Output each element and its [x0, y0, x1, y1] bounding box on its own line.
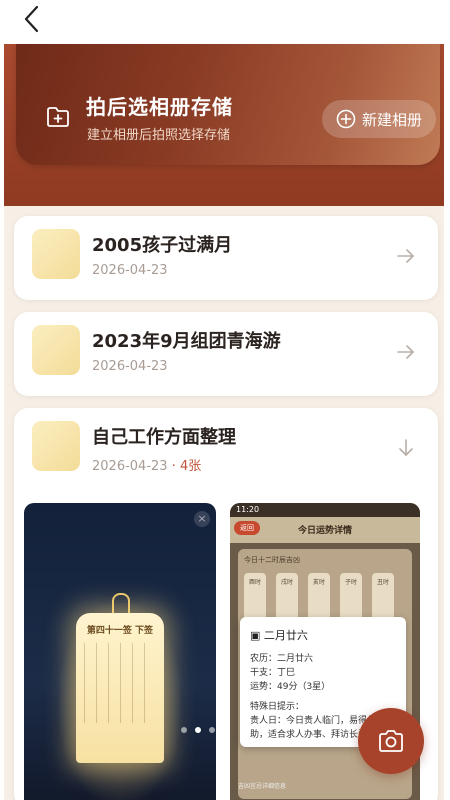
arrow-down-icon[interactable] — [396, 438, 416, 458]
carousel-indicator — [181, 727, 229, 733]
camera-button[interactable] — [358, 708, 424, 774]
page-content: 拍后选相册存储 建立相册后拍照选择存储 新建相册 2005孩子过满月 2026-… — [4, 44, 444, 800]
album-title: 2005孩子过满月 — [92, 235, 233, 256]
album-add-icon — [47, 107, 69, 127]
chevron-left-icon — [24, 5, 39, 33]
carousel-dot[interactable] — [195, 727, 201, 733]
fortune-slip: 第四十一签 下签 — [76, 613, 164, 763]
album-date: 2026-04-23 · 4张 — [92, 459, 202, 474]
carousel-dot[interactable] — [209, 727, 215, 733]
popup-line: 特殊日提示： — [250, 702, 305, 712]
album-date: 2026-04-23 — [92, 359, 168, 374]
app-title: 今日运势详情 — [297, 526, 352, 536]
album-thumbnail — [32, 229, 80, 279]
camera-icon — [379, 730, 403, 752]
album-thumbnail — [32, 421, 80, 471]
arrow-right-icon[interactable] — [396, 246, 416, 266]
hour-cell: 子时 — [340, 573, 362, 621]
hero-card: 拍后选相册存储 建立相册后拍照选择存储 新建相册 — [16, 44, 440, 165]
album-date: 2026-04-23 — [92, 263, 168, 278]
hour-cell: 亥时 — [308, 573, 330, 621]
status-bar: 11:20 — [230, 503, 420, 517]
popup-line: 干支：丁巳 — [250, 668, 296, 678]
new-album-label: 新建相册 — [361, 110, 422, 129]
hour-cell: 酉时 — [244, 573, 266, 621]
album-card[interactable]: 2005孩子过满月 2026-04-23 — [14, 216, 438, 300]
hour-cell: 丑时 — [372, 573, 394, 621]
hero-subtitle: 建立相册后拍照选择存储 — [87, 128, 231, 143]
plus-circle-icon — [336, 109, 356, 129]
arrow-right-icon[interactable] — [396, 342, 416, 362]
hero-title: 拍后选相册存储 — [86, 95, 233, 119]
hero-banner: 拍后选相册存储 建立相册后拍照选择存储 新建相册 — [4, 44, 444, 206]
album-card[interactable]: 2023年9月组团青海游 2026-04-23 — [14, 312, 438, 396]
photo-count: · 4张 — [167, 459, 202, 474]
tag-hook — [112, 593, 130, 615]
calendar-icon: ▣ — [250, 629, 261, 642]
fortune-slip-title: 第四十一签 下签 — [86, 626, 154, 636]
carousel-dot[interactable] — [181, 727, 187, 733]
album-photo[interactable]: × 第四十一签 下签 — [24, 503, 216, 800]
footer-label: 吉凶宜忌详细信息 — [238, 783, 287, 790]
album-title: 2023年9月组团青海游 — [92, 331, 281, 352]
popup-line: 运势：49分（3星） — [250, 682, 331, 692]
hour-cell: 戌时 — [276, 573, 298, 621]
popup-line: 助，适合求人办事、拜访长辈 — [250, 730, 368, 740]
new-album-button[interactable]: 新建相册 — [322, 100, 436, 138]
fortune-slip-text — [84, 643, 156, 723]
carousel-dot[interactable] — [223, 727, 229, 733]
album-title: 自己工作方面整理 — [92, 427, 236, 448]
top-bar — [0, 0, 450, 44]
close-icon: × — [194, 511, 210, 527]
popup-title: ▣ 二月廿六 — [250, 629, 308, 642]
section-label: 今日十二时辰吉凶 — [244, 556, 300, 564]
album-thumbnail — [32, 325, 80, 375]
popup-line: 农历：二月廿六 — [250, 654, 314, 664]
back-button[interactable] — [18, 2, 48, 36]
